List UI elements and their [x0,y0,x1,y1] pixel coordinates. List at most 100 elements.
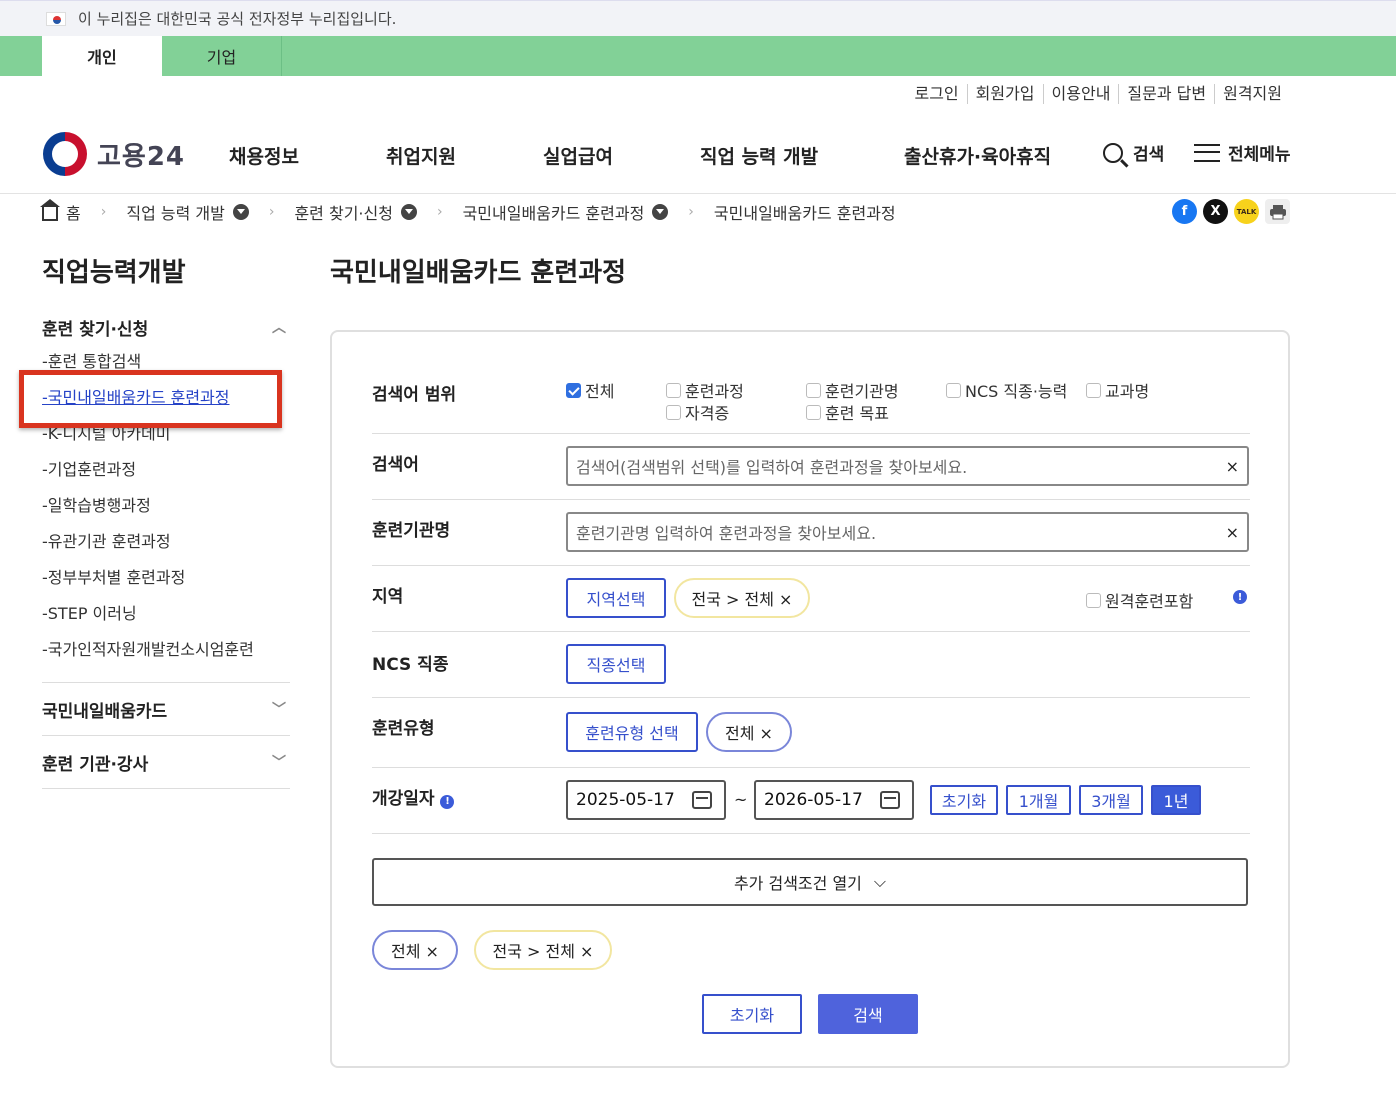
breadcrumb-home[interactable]: 홈 [40,199,81,224]
keyword-input[interactable]: 검색어(검색범위 선택)를 입력하여 훈련과정을 찾아보세요. × [566,446,1249,486]
range-3month-button[interactable]: 3개월 [1079,785,1143,815]
keyword-row: 검색어 검색어(검색범위 선택)를 입력하여 훈련과정을 찾아보세요. × [372,434,1250,500]
dropdown-icon[interactable] [400,204,417,220]
remote-include-checkbox[interactable]: 원격훈련포함 [1086,588,1193,612]
date-from-input[interactable]: 2025-05-17 [566,780,726,820]
scope-goal-checkbox[interactable]: 훈련 목표 [806,400,889,424]
gov-notice-text: 이 누리집은 대한민국 공식 전자정부 누리집입니다. [78,10,397,28]
lnb-title: 직업능력개발 [42,258,186,288]
date-label: 개강일자 ! [372,784,455,809]
chevron-right-icon: › [436,204,443,220]
selected-chip-region[interactable]: 전국 > 전체 × [474,930,612,970]
selected-chip-type[interactable]: 전체 × [372,930,458,970]
type-select-button[interactable]: 훈련유형 선택 [566,712,698,752]
scope-subject-checkbox[interactable]: 교과명 [1086,378,1149,402]
date-from-value: 2025-05-17 [576,790,675,810]
range-1month-button[interactable]: 1개월 [1006,785,1071,815]
clear-icon[interactable]: × [1226,523,1239,542]
dropdown-icon[interactable] [232,204,249,220]
scope-option-label: 훈련 목표 [825,404,889,423]
search-button[interactable]: 검색 [1103,140,1164,165]
lnb-item-related-agency[interactable]: -유관기관 훈련과정 [42,524,290,560]
chevron-down-icon: ⌵ [873,872,887,891]
breadcrumb-level1[interactable]: 직업 능력 개발 [126,200,249,224]
gnb-jobs[interactable]: 채용정보 [229,142,299,169]
all-menu-label: 전체메뉴 [1228,145,1291,165]
lnb-item-gov-ministry[interactable]: -정부부처별 훈련과정 [42,560,290,596]
share-buttons: f X TALK [1172,199,1290,224]
breadcrumb-level1-label: 직업 능력 개발 [126,204,225,223]
scope-row: 검색어 범위 전체 훈련과정 훈련기관명 NCS 직종·능력 교과명 자격증 훈… [372,332,1250,434]
calendar-icon[interactable] [880,791,900,809]
signup-link[interactable]: 회원가입 [966,84,1043,104]
scope-option-label: NCS 직종·능력 [965,382,1068,401]
range-1year-button[interactable]: 1년 [1151,785,1201,815]
all-menu-button[interactable]: 전체메뉴 [1194,140,1291,165]
breadcrumb-level2[interactable]: 훈련 찾기·신청 [294,200,417,224]
tab-personal[interactable]: 개인 [42,36,162,76]
scope-label: 검색어 범위 [372,385,457,405]
scope-course-checkbox[interactable]: 훈련과정 [666,378,744,402]
login-link[interactable]: 로그인 [906,84,966,104]
chevron-down-icon: ﹀ [272,755,286,771]
date-to-input[interactable]: 2026-05-17 [754,780,914,820]
lnb-section-label: 훈련 기관·강사 [42,754,149,775]
ncs-label: NCS 직종 [372,655,449,675]
x-icon[interactable]: X [1203,199,1228,224]
type-chip[interactable]: 전체 × [706,712,792,752]
date-label-text: 개강일자 [372,789,435,809]
site-logo[interactable]: 고용24 [43,132,185,176]
gnb-unemployment-benefit[interactable]: 실업급여 [543,142,613,169]
scope-ncs-checkbox[interactable]: NCS 직종·능력 [946,378,1067,402]
utility-links: 로그인 회원가입 이용안내 질문과 답변 원격지원 [906,84,1290,104]
scope-cert-checkbox[interactable]: 자격증 [666,400,729,424]
org-row: 훈련기관명 훈련기관명 입력하여 훈련과정을 찾아보세요. × [372,500,1250,566]
keyword-label: 검색어 [372,455,419,475]
scope-org-checkbox[interactable]: 훈련기관명 [806,378,899,402]
gnb-skill-development[interactable]: 직업 능력 개발 [700,142,818,169]
region-row: 지역 지역선택 전국 > 전체 × 원격훈련포함 ! [372,566,1250,632]
remote-support-link[interactable]: 원격지원 [1214,84,1290,104]
lnb-item-work-study[interactable]: -일학습병행과정 [42,488,290,524]
facebook-icon[interactable]: f [1172,199,1197,224]
logo-text: 고용24 [97,141,186,172]
lnb-item-consortium[interactable]: -국가인적자원개발컨소시엄훈련 [42,632,290,668]
lnb-section-training-search[interactable]: 훈련 찾기·신청 ︿ [42,310,290,344]
org-input[interactable]: 훈련기관명 입력하여 훈련과정을 찾아보세요. × [566,512,1249,552]
info-icon[interactable]: ! [440,794,455,809]
more-conditions-button[interactable]: 추가 검색조건 열기 ⌵ [372,858,1248,906]
reset-button[interactable]: 초기화 [702,994,802,1034]
clear-icon[interactable]: × [1226,457,1239,476]
info-icon[interactable]: ! [1233,590,1247,604]
search-submit-button[interactable]: 검색 [818,994,918,1034]
home-icon [40,199,60,221]
date-row: 개강일자 ! 2025-05-17 ~ 2026-05-17 초기화 1개월 3… [372,768,1250,834]
region-label: 지역 [372,587,404,607]
print-button[interactable] [1265,199,1290,224]
calendar-icon[interactable] [692,791,712,809]
ncs-select-button[interactable]: 직종선택 [566,644,666,684]
tab-business[interactable]: 기업 [162,36,282,76]
region-chip[interactable]: 전국 > 전체 × [674,578,810,618]
breadcrumb-level3[interactable]: 국민내일배움카드 훈련과정 [463,200,669,224]
region-select-button[interactable]: 지역선택 [566,578,666,618]
org-placeholder: 훈련기관명 입력하여 훈련과정을 찾아보세요. [576,524,877,543]
page-title: 국민내일배움카드 훈련과정 [330,258,627,288]
guide-link[interactable]: 이용안내 [1042,84,1119,104]
qna-link[interactable]: 질문과 답변 [1118,84,1214,104]
scope-option-label: 자격증 [685,404,730,423]
type-row: 훈련유형 훈련유형 선택 전체 × [372,698,1250,768]
checkbox-icon [666,404,681,420]
gnb-employment-support[interactable]: 취업지원 [386,142,456,169]
scope-all-checkbox[interactable]: 전체 [566,378,614,402]
lnb-item-step-elearning[interactable]: -STEP 이러닝 [42,596,290,632]
dropdown-icon[interactable] [652,204,669,220]
lnb-section-naeil-card[interactable]: 국민내일배움카드 ﹀ [42,683,290,735]
breadcrumb-level2-label: 훈련 찾기·신청 [294,204,393,223]
checkbox-icon [1086,592,1101,608]
lnb-item-company-training[interactable]: -기업훈련과정 [42,452,290,488]
lnb-section-institutions[interactable]: 훈련 기관·강사 ﹀ [42,736,290,788]
kakaotalk-icon[interactable]: TALK [1234,199,1259,224]
date-reset-button[interactable]: 초기화 [930,785,998,815]
gnb-parental-leave[interactable]: 출산휴가·육아휴직 [904,142,1051,169]
